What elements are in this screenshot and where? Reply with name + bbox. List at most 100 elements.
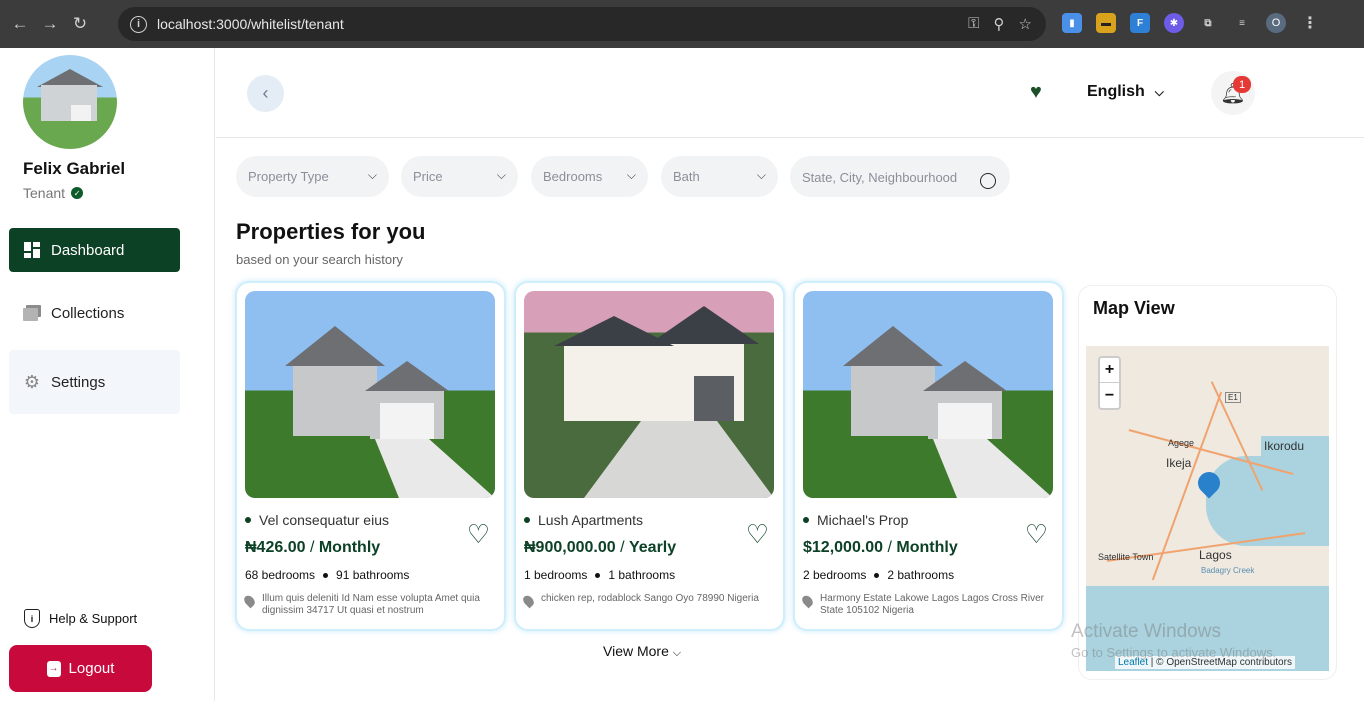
back-button[interactable]: ‹ <box>247 75 284 112</box>
location-pin-icon <box>800 593 815 609</box>
search-icon[interactable] <box>980 173 996 189</box>
property-photo[interactable] <box>803 291 1053 498</box>
filter-label: Price <box>413 169 443 184</box>
sidebar-item-label: Collections <box>51 304 125 322</box>
separator-dot <box>874 572 880 578</box>
property-title-row: Vel consequatur eius <box>245 512 389 528</box>
status-dot <box>524 517 530 523</box>
location-pin-icon <box>521 593 536 609</box>
property-photo[interactable] <box>524 291 774 498</box>
section-title: Properties for you <box>236 219 426 244</box>
price-period: Yearly <box>628 539 677 556</box>
property-card[interactable]: Lush Apartments ♡ ₦900,000.00 / Yearly 1… <box>516 283 783 629</box>
heart-outline-icon[interactable]: ♡ <box>746 521 769 547</box>
language-selector[interactable]: English ⌵ <box>1087 83 1164 101</box>
location-search[interactable] <box>790 156 1010 197</box>
chevron-down-icon: ⌵ <box>367 168 377 182</box>
bathrooms-count: 91 bathrooms <box>336 568 410 582</box>
address-text: chicken rep, rodablock Sango Oyo 78990 N… <box>541 593 759 604</box>
filter-price[interactable]: Price ⌵ <box>401 156 518 197</box>
reload-icon[interactable]: ↻ <box>67 11 93 37</box>
back-arrow-icon[interactable]: ← <box>7 11 33 37</box>
property-rooms: 2 bedrooms 2 bathrooms <box>803 568 954 582</box>
zoom-icon[interactable]: ⚲ <box>994 15 1005 33</box>
extension-docs-icon[interactable]: ▮ <box>1062 13 1082 33</box>
bedrooms-count: 68 bedrooms <box>245 568 316 582</box>
shield-info-icon: i <box>24 609 40 628</box>
verified-check-icon: ✓ <box>71 187 84 199</box>
extension-gear-icon[interactable]: ✱ <box>1164 13 1184 33</box>
browser-menu-icon[interactable]: ⋮ <box>1300 13 1320 33</box>
site-info-icon[interactable]: i <box>130 15 147 33</box>
reading-list-icon[interactable]: ≡ <box>1232 13 1252 33</box>
map-label-satellite-town: Satellite Town <box>1098 552 1154 562</box>
location-search-input[interactable] <box>802 166 970 188</box>
location-pin-icon <box>242 593 257 609</box>
avatar <box>23 55 117 149</box>
price-period: Monthly <box>896 539 958 556</box>
gear-icon: ⚙ <box>23 371 41 392</box>
collections-image-icon <box>23 304 41 322</box>
map-label-lagos: Lagos <box>1199 548 1232 562</box>
property-card[interactable]: Michael's Prop ♡ $12,000.00 / Monthly 2 … <box>795 283 1062 629</box>
extension-folder-icon[interactable]: ▬ <box>1096 13 1116 33</box>
bedrooms-count: 1 bedrooms <box>524 568 588 582</box>
price-amount: $12,000.00 <box>803 539 884 556</box>
heart-outline-icon[interactable]: ♡ <box>467 521 490 547</box>
profile-avatar[interactable]: O <box>1266 13 1286 33</box>
sidebar-item-label: Dashboard <box>51 241 125 259</box>
language-label: English <box>1087 83 1145 100</box>
address-text: Illum quis deleniti Id Nam esse volupta … <box>262 593 480 616</box>
top-bar: ‹ ♥ English ⌵ 🔔︎ 1 <box>216 48 1364 138</box>
address-text: Harmony Estate Lakowe Lagos Lagos Cross … <box>820 593 1044 616</box>
filter-label: Bath <box>673 169 700 184</box>
view-more-label: View More <box>603 643 669 659</box>
property-title: Michael's Prop <box>817 512 909 528</box>
filter-bath[interactable]: Bath ⌵ <box>661 156 778 197</box>
help-support-link[interactable]: i Help & Support <box>24 609 137 628</box>
bathrooms-count: 1 bathrooms <box>608 568 676 582</box>
property-address: Harmony Estate Lakowe Lagos Lagos Cross … <box>800 593 1053 617</box>
price-period: Monthly <box>318 539 381 556</box>
property-photo[interactable] <box>245 291 495 498</box>
zoom-in-button[interactable]: + <box>1100 358 1119 383</box>
filter-label: Bedrooms <box>543 169 603 184</box>
extensions-puzzle-icon[interactable]: ⧉ <box>1198 13 1218 33</box>
address-bar[interactable]: i localhost:3000/whitelist/tenant ⚿ ⚲ ☆ <box>118 7 1046 41</box>
property-rooms: 68 bedrooms 91 bathrooms <box>245 568 409 582</box>
key-icon[interactable]: ⚿ <box>968 15 979 33</box>
chevron-down-icon: ⌵ <box>1154 84 1164 99</box>
forward-arrow-icon[interactable]: → <box>37 11 63 37</box>
filter-property-type[interactable]: Property Type ⌵ <box>236 156 389 197</box>
map-title: Map View <box>1093 298 1175 318</box>
property-title-row: Michael's Prop <box>803 512 908 528</box>
bookmark-star-icon[interactable]: ☆ <box>1019 15 1032 33</box>
logout-label: Logout <box>68 660 115 677</box>
separator-dot <box>323 572 329 578</box>
property-card[interactable]: Vel consequatur eius ♡ ₦426.00 / Monthly… <box>237 283 504 629</box>
property-price: ₦900,000.00 / Yearly <box>524 539 677 556</box>
filter-bedrooms[interactable]: Bedrooms ⌵ <box>531 156 648 197</box>
zoom-out-button[interactable]: − <box>1100 383 1119 408</box>
property-price: $12,000.00 / Monthly <box>803 539 958 556</box>
user-name: Felix Gabriel <box>23 159 126 178</box>
watermark-line1: Activate Windows <box>1071 621 1221 642</box>
property-rooms: 1 bedrooms 1 bathrooms <box>524 568 675 582</box>
extension-fi-icon[interactable]: F <box>1130 13 1150 33</box>
filter-label: Property Type <box>248 169 329 184</box>
chevron-left-icon: ‹ <box>262 83 269 103</box>
sidebar-item-collections[interactable]: Collections <box>9 291 180 335</box>
property-price: ₦426.00 / Monthly <box>245 539 381 556</box>
view-more-button[interactable]: View More ⌵ <box>603 643 681 660</box>
sidebar-item-settings[interactable]: ⚙ Settings <box>9 350 180 414</box>
favorites-heart-icon[interactable]: ♥ <box>1030 81 1042 104</box>
address-url[interactable]: localhost:3000/whitelist/tenant <box>157 16 344 32</box>
heart-outline-icon[interactable]: ♡ <box>1025 521 1048 547</box>
sidebar-item-dashboard[interactable]: Dashboard <box>9 228 180 272</box>
chevron-down-icon: ⌵ <box>626 168 636 182</box>
map-label-e1: E1 <box>1225 392 1241 403</box>
logout-button[interactable]: → Logout <box>9 645 152 692</box>
map-zoom-control: + − <box>1098 356 1121 410</box>
chevron-down-icon: ⌵ <box>496 168 506 182</box>
notification-button[interactable]: 🔔︎ 1 <box>1211 71 1255 115</box>
